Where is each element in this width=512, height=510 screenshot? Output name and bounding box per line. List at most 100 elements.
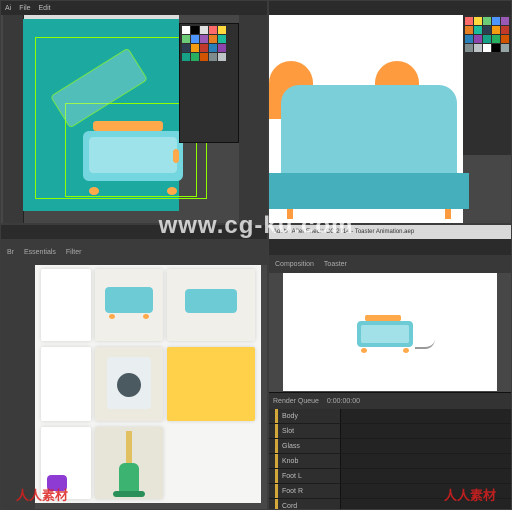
menu-file[interactable]: File: [19, 5, 30, 12]
composition-viewer[interactable]: [283, 273, 497, 391]
menu-bar[interactable]: [269, 1, 511, 15]
toaster-glass: [89, 137, 177, 173]
swatch[interactable]: [200, 35, 208, 43]
swatch[interactable]: [465, 17, 473, 25]
thumbnail-toaster-wide[interactable]: [167, 269, 255, 341]
thumbnail-washing-machine[interactable]: [95, 347, 163, 421]
layer-track[interactable]: [341, 439, 511, 453]
swatch[interactable]: [191, 26, 199, 34]
title-bar[interactable]: [1, 225, 267, 239]
swatch[interactable]: [182, 26, 190, 34]
swatch[interactable]: [218, 44, 226, 52]
toaster-cord: [415, 339, 435, 349]
tool-panel[interactable]: [3, 15, 24, 223]
layer-row[interactable]: Knob: [269, 454, 511, 469]
swatch[interactable]: [209, 44, 217, 52]
thumbnail-moodboard-2[interactable]: [41, 347, 91, 421]
swatch[interactable]: [492, 35, 500, 43]
layer-name: Slot: [278, 428, 294, 435]
current-time[interactable]: 0:00:00:00: [327, 398, 360, 405]
content-panel[interactable]: [35, 265, 261, 503]
swatch[interactable]: [501, 26, 509, 34]
swatch[interactable]: [474, 44, 482, 52]
swatch[interactable]: [182, 53, 190, 61]
toaster-foot-right: [167, 187, 177, 195]
layer-track[interactable]: [341, 454, 511, 468]
timeline-header[interactable]: Render Queue 0:00:00:00: [269, 393, 511, 409]
breadcrumb-bar[interactable]: Br Essentials Filter: [1, 239, 267, 265]
thumbnail-vacuum-upright[interactable]: [95, 427, 163, 499]
filter-label[interactable]: Filter: [66, 249, 82, 256]
swatch[interactable]: [492, 17, 500, 25]
layer-row[interactable]: Slot: [269, 424, 511, 439]
toaster-glass: [361, 325, 409, 343]
toaster-comp[interactable]: [357, 315, 417, 355]
menu-bar[interactable]: Ai File Edit: [1, 1, 267, 15]
comp-tab-bar[interactable]: Composition Toaster: [269, 255, 511, 273]
illustrator-toaster-window: Ai File Edit: [0, 0, 268, 224]
swatch[interactable]: [200, 53, 208, 61]
swatch[interactable]: [209, 26, 217, 34]
swatches-panel[interactable]: [179, 23, 239, 143]
illustrator-sofa-window: [268, 0, 512, 224]
swatch[interactable]: [218, 35, 226, 43]
toaster-foot-left: [89, 187, 99, 195]
swatch[interactable]: [465, 44, 473, 52]
swatch[interactable]: [209, 53, 217, 61]
swatch[interactable]: [492, 26, 500, 34]
app-badge: Br: [7, 249, 14, 256]
swatch[interactable]: [218, 26, 226, 34]
swatch[interactable]: [501, 17, 509, 25]
swatch[interactable]: [501, 35, 509, 43]
toaster-foot-right: [403, 348, 409, 353]
artboard[interactable]: [269, 15, 463, 223]
thumbnail-yellow[interactable]: [167, 347, 255, 421]
layer-name: Body: [278, 413, 298, 420]
swatch[interactable]: [483, 17, 491, 25]
swatch[interactable]: [501, 44, 509, 52]
swatch[interactable]: [474, 35, 482, 43]
swatch[interactable]: [182, 35, 190, 43]
menu-bar[interactable]: [269, 239, 511, 255]
swatch[interactable]: [218, 53, 226, 61]
render-queue-tab[interactable]: Render Queue: [273, 398, 319, 405]
sofa-back[interactable]: [281, 85, 457, 175]
artboard[interactable]: [23, 19, 179, 211]
swatch[interactable]: [483, 26, 491, 34]
swatch[interactable]: [474, 17, 482, 25]
swatch[interactable]: [200, 44, 208, 52]
title-bar[interactable]: Adobe After Effects CC 2014 - Toaster An…: [269, 225, 511, 239]
layer-row[interactable]: Foot L: [269, 469, 511, 484]
layer-track[interactable]: [341, 409, 511, 423]
comp-name: Toaster: [324, 261, 347, 268]
layer-row[interactable]: Body: [269, 409, 511, 424]
layer-name: Knob: [278, 458, 298, 465]
sofa-leg-left: [287, 209, 293, 219]
sofa-leg-right: [445, 209, 451, 219]
toaster-illustration[interactable]: [83, 129, 183, 191]
workspace-label[interactable]: Essentials: [24, 249, 56, 256]
swatch[interactable]: [465, 26, 473, 34]
layer-track[interactable]: [341, 424, 511, 438]
swatches-panel[interactable]: [463, 15, 511, 155]
swatch[interactable]: [200, 26, 208, 34]
swatch[interactable]: [182, 44, 190, 52]
menu-edit[interactable]: Edit: [39, 5, 51, 12]
swatch[interactable]: [483, 44, 491, 52]
layer-track[interactable]: [341, 469, 511, 483]
swatch[interactable]: [191, 35, 199, 43]
layer-row[interactable]: Glass: [269, 439, 511, 454]
swatch[interactable]: [465, 35, 473, 43]
tab-composition[interactable]: Composition: [275, 261, 314, 268]
swatch[interactable]: [191, 53, 199, 61]
swatch[interactable]: [191, 44, 199, 52]
swatch[interactable]: [492, 44, 500, 52]
right-dock[interactable]: [239, 15, 267, 223]
thumbnail-toaster-small[interactable]: [95, 269, 163, 341]
swatch[interactable]: [483, 35, 491, 43]
swatch[interactable]: [209, 35, 217, 43]
swatch[interactable]: [474, 26, 482, 34]
thumbnail-moodboard-1[interactable]: [41, 269, 91, 341]
favorites-panel[interactable]: [1, 265, 35, 509]
toaster-slot: [93, 121, 163, 131]
